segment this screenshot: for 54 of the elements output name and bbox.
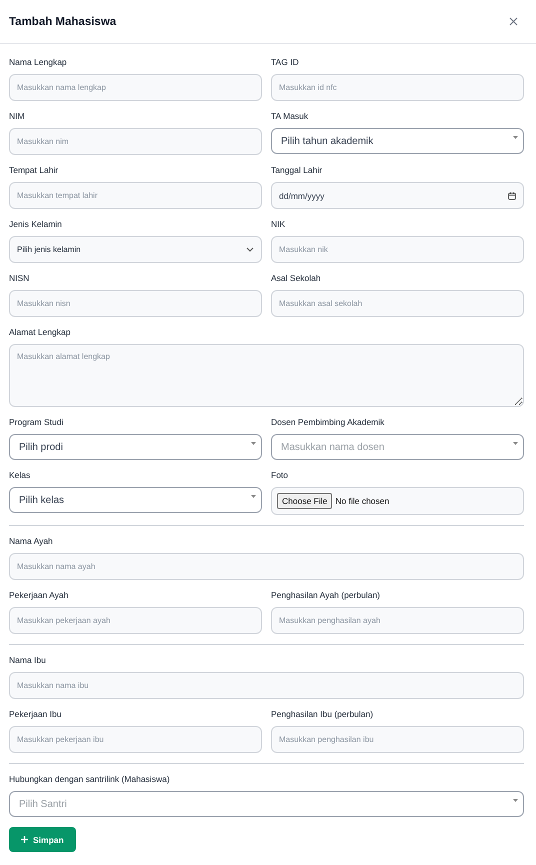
field-label: NIM: [9, 111, 26, 121]
field-label: Hubungkan dengan santrilink (Mahasiswa): [9, 774, 171, 784]
field-label: Kelas: [9, 470, 32, 480]
input-field[interactable]: Masukkan nik: [271, 236, 524, 263]
field-label: Nama Lengkap: [9, 57, 68, 67]
dropdown-caret-icon: [251, 495, 256, 498]
field-label: Tempat Lahir: [9, 165, 60, 175]
input-field[interactable]: Masukkan asal sekolah: [271, 290, 524, 317]
field-label: Dosen Pembimbing Akademik: [271, 417, 386, 427]
input-field[interactable]: Masukkan penghasilan ayah: [271, 607, 524, 634]
field-label: NISN: [9, 273, 30, 283]
input-field[interactable]: Masukkan penghasilan ibu: [271, 726, 524, 753]
dropdown-caret-icon: [251, 442, 256, 445]
field-label: NIK: [271, 219, 286, 229]
dropdown[interactable]: Pilih tahun akademik: [271, 128, 524, 154]
close-icon[interactable]: [509, 17, 518, 26]
field-label: Alamat Lengkap: [9, 327, 72, 337]
input-field[interactable]: Masukkan nama ayah: [9, 553, 524, 580]
input-field[interactable]: Masukkan pekerjaan ayah: [9, 607, 262, 634]
chevron-down-icon: [246, 247, 254, 252]
dropdown-caret-icon: [513, 442, 518, 445]
field-label: Nama Ibu: [9, 655, 47, 665]
field-label: Nama Ayah: [9, 536, 54, 546]
save-button[interactable]: Simpan: [9, 827, 76, 852]
input-field[interactable]: Masukkan tempat lahir: [9, 182, 262, 209]
textarea-field[interactable]: Masukkan alamat lengkap: [9, 344, 524, 407]
file-status: No file chosen: [335, 496, 390, 506]
input-field[interactable]: Masukkan nisn: [9, 290, 262, 317]
choose-file-button[interactable]: Choose File: [277, 493, 332, 509]
calendar-icon: [508, 192, 516, 200]
field-label: Jenis Kelamin: [9, 219, 63, 229]
input-field[interactable]: Masukkan id nfc: [271, 74, 524, 101]
date-field[interactable]: dd/mm/yyyy: [271, 182, 524, 209]
field-label: Asal Sekolah: [271, 273, 322, 283]
field-label: Tanggal Lahir: [271, 165, 324, 175]
field-label: Program Studi: [9, 417, 64, 427]
plus-icon: [21, 836, 28, 843]
input-field[interactable]: Masukkan nama lengkap: [9, 74, 262, 101]
dialog-title: Tambah Mahasiswa: [9, 16, 116, 28]
dropdown-caret-icon: [513, 136, 518, 139]
dropdown[interactable]: Pilih kelas: [9, 487, 262, 513]
field-label: TA Masuk: [271, 111, 310, 121]
field-label: Foto: [271, 470, 290, 480]
field-label: Penghasilan Ibu (perbulan): [271, 709, 374, 719]
field-label: Penghasilan Ayah (perbulan): [271, 590, 382, 600]
input-field[interactable]: Masukkan pekerjaan ibu: [9, 726, 262, 753]
input-field[interactable]: Masukkan nama ibu: [9, 672, 524, 699]
dropdown[interactable]: Pilih prodi: [9, 434, 262, 460]
field-label: TAG ID: [271, 57, 300, 67]
field-label: Pekerjaan Ibu: [9, 709, 62, 719]
dropdown[interactable]: Pilih jenis kelamin: [9, 236, 262, 263]
input-field[interactable]: Masukkan nim: [9, 128, 262, 155]
dropdown-caret-icon: [513, 799, 518, 802]
field-label: Pekerjaan Ayah: [9, 590, 70, 600]
